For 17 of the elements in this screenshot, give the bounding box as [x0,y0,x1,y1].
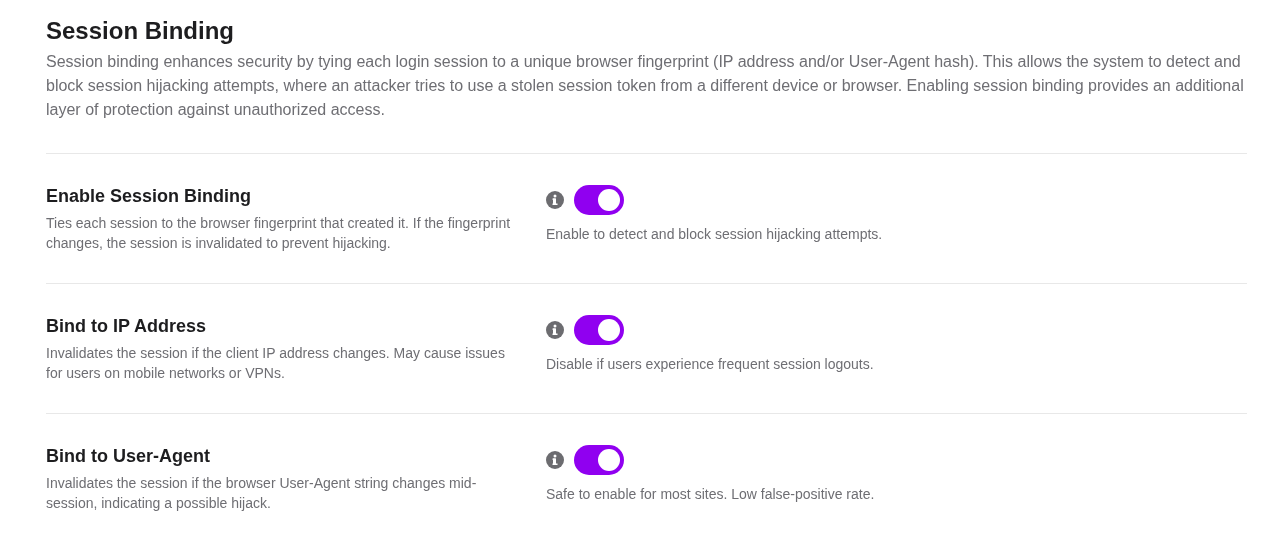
toggle-switch[interactable] [574,185,624,215]
setting-description: Ties each session to the browser fingerprint that created it. If the fingerprint changes, the session is invalidated to prevent hijacking. [46,214,512,253]
info-icon[interactable] [546,191,564,209]
toggle-switch[interactable] [574,315,624,345]
setting-label: Enable Session Binding [46,185,253,207]
section-description: Session binding enhances security by tying each login session to a unique browser fingerprint (IP address and/or User-Agent hash). This allows the system to detect and block session hijacking attempts, where an attacker tries to use a stolen session token from a different device or browser. Enabling session binding provides an additional layer of protection against unauthorized access. [46,50,1247,154]
help-text: Disable if users experience frequent session logouts. [546,355,875,374]
help-text: Enable to detect and block session hijacking attempts. [546,225,884,244]
help-text: Safe to enable for most sites. Low false-positive rate. [546,485,876,504]
toggle-switch[interactable] [574,445,624,475]
setting-description: Invalidates the session if the browser User-Agent string changes mid-session, indicating a possible hijack. [46,474,478,513]
setting-label: Bind to IP Address [46,315,208,337]
section-title: Session Binding [46,16,235,46]
setting-description: Invalidates the session if the client IP address changes. May cause issues for users on mobile networks or VPNs. [46,344,506,383]
setting-label: Bind to User-Agent [46,445,211,467]
info-icon[interactable] [546,451,564,469]
info-icon[interactable] [546,321,564,339]
